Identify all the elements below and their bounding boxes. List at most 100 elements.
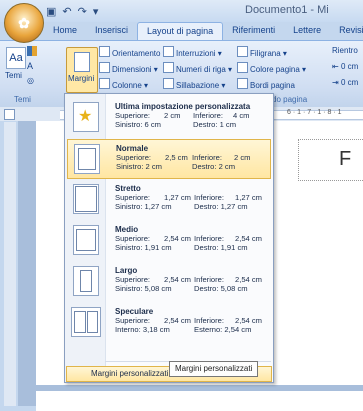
indent-left-field[interactable]: ⇤ 0 cm: [332, 62, 358, 71]
margins-dropdown-menu: ★ Ultima impostazione personalizzata Sup…: [64, 93, 274, 383]
margin-option-mirrored[interactable]: Speculare Superiore: 2,54 cm Inferiore: …: [67, 303, 271, 341]
line-numbers-button[interactable]: Numeri di riga ▾: [163, 62, 232, 74]
size-icon: [99, 62, 110, 73]
last-custom-margins-icon: ★: [73, 102, 99, 132]
document-text-box[interactable]: F: [298, 139, 363, 181]
theme-colors-icon[interactable]: [27, 46, 37, 56]
normal-margins-icon: [74, 144, 100, 174]
option-bottom-label: Inferiore:: [194, 275, 224, 284]
ruler-marks: 6 · 1 · 7 · 1 · 8 · 1: [287, 109, 342, 116]
option-top-value: 2,54 cm: [164, 234, 192, 243]
breaks-label: Interruzioni: [176, 49, 216, 58]
margins-button[interactable]: Margini: [66, 47, 98, 93]
custom-margins-label: Margini personalizzati...: [91, 369, 176, 378]
undo-icon[interactable]: ↶: [62, 5, 71, 18]
themes-icon[interactable]: Aa: [6, 47, 26, 69]
option-inside: Interno: 3,18 cm: [115, 325, 170, 334]
option-right: Destro: 1,91 cm: [194, 243, 248, 252]
columns-button[interactable]: Colonne ▾: [99, 78, 148, 90]
margin-option-narrow[interactable]: Stretto Superiore: 1,27 cm Inferiore: 1,…: [67, 180, 271, 218]
margin-option-wide[interactable]: Largo Superiore: 2,54 cm Inferiore: 2,54…: [67, 262, 271, 300]
option-left: Sinistro: 5,08 cm: [115, 284, 172, 293]
margin-option-medium[interactable]: Medio Superiore: 2,54 cm Inferiore: 2,54…: [67, 221, 271, 259]
page-color-label: Colore pagina: [250, 65, 300, 74]
page-borders-icon: [237, 78, 248, 89]
breaks-button[interactable]: Interruzioni ▾: [163, 46, 222, 58]
wide-margins-icon: [73, 266, 99, 296]
option-bottom-value: 4 cm: [233, 111, 250, 120]
option-top-value: 2,54 cm: [164, 316, 192, 325]
theme-fonts-icon[interactable]: A: [27, 61, 33, 71]
themes-button[interactable]: Temi: [5, 71, 22, 80]
watermark-label: Filigrana: [250, 49, 281, 58]
page-background-group-label: do pagina: [272, 95, 308, 104]
narrow-margins-icon: [73, 184, 99, 214]
mirrored-margins-icon: [71, 307, 101, 337]
size-button[interactable]: Dimensioni ▾: [99, 62, 158, 74]
option-left: Sinistro: 1,27 cm: [115, 202, 172, 211]
breaks-icon: [163, 46, 174, 57]
option-bottom-label: Inferiore:: [193, 111, 223, 120]
option-top-label: Superiore:: [115, 316, 151, 325]
option-bottom-value: 2,54 cm: [235, 275, 263, 284]
option-name: Stretto: [115, 184, 141, 193]
medium-margins-icon: [73, 225, 99, 255]
themes-group-label: Temi: [14, 95, 31, 104]
indent-right-value: 0 cm: [340, 78, 359, 87]
tab-mailings[interactable]: Lettere: [284, 22, 330, 40]
document-page-2[interactable]: [36, 391, 363, 411]
orientation-icon: [99, 46, 110, 57]
columns-icon: [99, 78, 110, 89]
columns-label: Colonne: [112, 81, 142, 90]
orientation-button[interactable]: Orientamento ▾: [99, 46, 167, 58]
hyphenation-label: Sillabazione: [176, 81, 220, 90]
line-numbers-label: Numeri di riga: [176, 65, 226, 74]
option-left: Sinistro: 2 cm: [116, 162, 162, 171]
ribbon-tabs: Home Inserisci Layout di pagina Riferime…: [44, 22, 363, 41]
hyphenation-button[interactable]: Sillabazione ▾: [163, 78, 225, 90]
theme-effects-icon[interactable]: ◎: [27, 76, 34, 85]
option-top-label: Superiore:: [115, 193, 151, 202]
hyphenation-icon: [163, 78, 174, 89]
margins-label: Margini: [68, 74, 95, 83]
orientation-label: Orientamento: [112, 49, 161, 58]
page-color-button[interactable]: Colore pagina ▾: [237, 62, 306, 74]
option-name: Normale: [116, 144, 149, 153]
indent-left-value: 0 cm: [340, 62, 359, 71]
tab-page-layout[interactable]: Layout di pagina: [137, 22, 224, 41]
watermark-button[interactable]: Filigrana ▾: [237, 46, 287, 58]
tab-insert[interactable]: Inserisci: [86, 22, 137, 40]
vertical-ruler: [4, 122, 16, 406]
option-top-value: 2,54 cm: [164, 275, 192, 284]
tab-home[interactable]: Home: [44, 22, 86, 40]
margin-option-normal[interactable]: Normale Superiore: 2,5 cm Inferiore: 2 c…: [67, 139, 271, 179]
tab-selector[interactable]: [4, 109, 15, 120]
quick-access-toolbar: ▣ ↶ ↷ ▾: [46, 3, 98, 19]
option-top-label: Superiore:: [115, 275, 151, 284]
option-right: Destro: 5,08 cm: [194, 284, 248, 293]
indent-left-icon: ⇤: [332, 62, 341, 71]
customize-qat-icon[interactable]: ▾: [93, 5, 99, 18]
margin-option-last-custom[interactable]: ★ Ultima impostazione personalizzata Sup…: [67, 98, 271, 136]
indent-right-field[interactable]: ⇥ 0 cm: [332, 78, 358, 87]
save-icon[interactable]: ▣: [46, 5, 56, 18]
document-text: F: [339, 148, 352, 170]
option-top-value: 1,27 cm: [164, 193, 192, 202]
option-bottom-value: 2,54 cm: [235, 234, 263, 243]
redo-icon[interactable]: ↷: [78, 5, 87, 18]
page-borders-label: Bordi pagina: [250, 81, 295, 90]
option-name: Largo: [115, 266, 138, 275]
office-button[interactable]: ✿: [4, 3, 44, 43]
option-left: Sinistro: 6 cm: [115, 120, 161, 129]
option-bottom-label: Inferiore:: [194, 316, 224, 325]
title-bar: ▣ ↶ ↷ ▾ Documento1 - Mi: [0, 0, 363, 22]
size-label: Dimensioni: [112, 65, 152, 74]
tab-review[interactable]: Revisione: [330, 22, 363, 40]
margins-icon: [74, 52, 90, 72]
option-name: Ultima impostazione personalizzata: [115, 102, 251, 111]
option-bottom-label: Inferiore:: [192, 153, 222, 162]
tab-references[interactable]: Riferimenti: [223, 22, 284, 40]
page-borders-button[interactable]: Bordi pagina: [237, 78, 295, 90]
indent-group-label: Rientro: [332, 46, 358, 55]
option-name: Medio: [115, 225, 139, 234]
